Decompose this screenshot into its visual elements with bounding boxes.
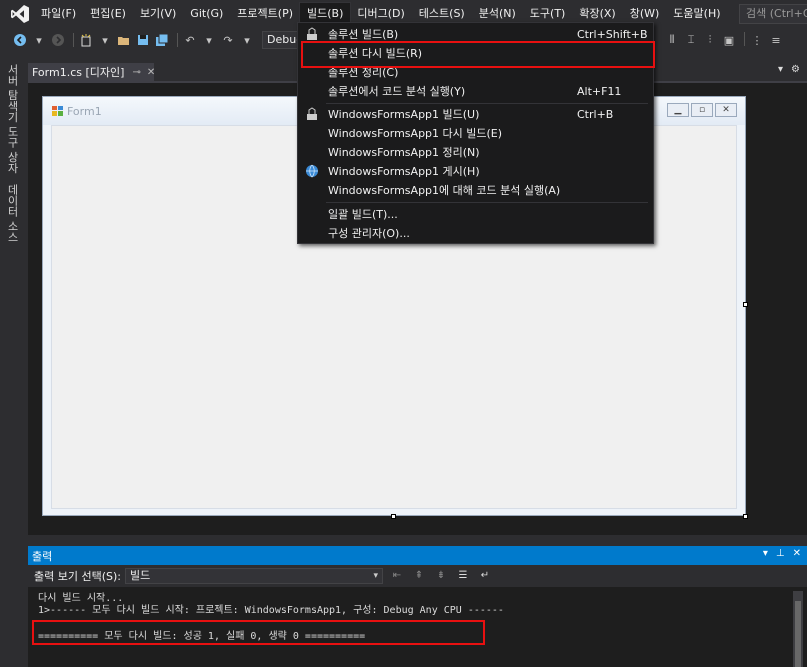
output-text-area[interactable]: 다시 빌드 시작... 1>------ 모두 다시 빌드 시작: 프로젝트: … bbox=[28, 587, 807, 667]
window-position-dropdown-icon[interactable]: ▾ bbox=[763, 548, 768, 559]
build-result-highlight-box bbox=[32, 620, 485, 645]
undo-icon[interactable]: ↶ bbox=[182, 32, 198, 48]
menu-item-configuration-manager[interactable]: 구성 관리자(O)... bbox=[298, 224, 653, 243]
toggle-word-wrap-icon[interactable]: ↵ bbox=[477, 568, 493, 584]
output-panel-title: 출력 bbox=[32, 549, 53, 563]
dropdown-arrow-icon[interactable]: ▾ bbox=[239, 32, 255, 48]
menu-separator bbox=[326, 103, 648, 104]
forward-icon[interactable] bbox=[50, 32, 66, 48]
form-app-icon bbox=[52, 106, 63, 116]
build-icon bbox=[307, 27, 317, 40]
menu-edit[interactable]: 편집(E) bbox=[83, 3, 133, 25]
tab-list-dropdown-icon[interactable]: ▾ bbox=[778, 64, 783, 75]
visual-studio-logo-icon[interactable] bbox=[6, 0, 34, 28]
menu-file[interactable]: 파일(F) bbox=[34, 3, 83, 25]
dropdown-arrow-icon[interactable]: ▾ bbox=[201, 32, 217, 48]
menu-item-rebuild-project[interactable]: WindowsFormsApp1 다시 빌드(E) bbox=[298, 124, 653, 143]
menu-item-clean-project[interactable]: WindowsFormsApp1 정리(N) bbox=[298, 143, 653, 162]
auto-hide-pin-icon[interactable]: ⊥ bbox=[776, 548, 785, 559]
maximize-icon[interactable]: ▫ bbox=[691, 103, 713, 117]
dropdown-arrow-icon[interactable]: ▾ bbox=[31, 32, 47, 48]
form-title: Form1 bbox=[67, 105, 102, 118]
resize-handle-bottom[interactable] bbox=[391, 514, 396, 519]
find-message-icon[interactable]: ⇞ bbox=[411, 568, 427, 584]
back-icon[interactable] bbox=[12, 32, 28, 48]
document-tab-form1-design[interactable]: Form1.cs [디자인] ⊸ ✕ bbox=[28, 63, 155, 81]
size-to-grid-icon[interactable]: ▣ bbox=[721, 32, 737, 48]
open-folder-icon[interactable] bbox=[116, 32, 132, 48]
menu-help[interactable]: 도움말(H) bbox=[666, 3, 727, 25]
output-line: 1>------ 모두 다시 빌드 시작: 프로젝트: WindowsForms… bbox=[38, 605, 504, 616]
menu-item-build-project[interactable]: WindowsFormsApp1 빌드(U) Ctrl+B bbox=[298, 105, 653, 124]
close-icon[interactable]: ✕ bbox=[715, 103, 737, 117]
form-caption-buttons: ▁ ▫ ✕ bbox=[667, 103, 737, 117]
pin-icon[interactable]: ⊸ bbox=[132, 67, 140, 78]
new-project-icon[interactable] bbox=[78, 32, 94, 48]
align-icon[interactable]: ⫴ bbox=[664, 32, 680, 48]
side-tab-toolbox[interactable]: 도구 상자 bbox=[4, 126, 20, 174]
close-icon[interactable]: ✕ bbox=[793, 548, 801, 559]
output-panel-header: 출력 ▾ ⊥ ✕ bbox=[28, 546, 807, 565]
menu-project[interactable]: 프로젝트(P) bbox=[230, 3, 300, 25]
go-to-previous-message-icon[interactable]: ⇤ bbox=[389, 568, 405, 584]
side-tab-server-explorer[interactable]: 서버 탐색기 bbox=[4, 64, 20, 123]
globe-icon bbox=[306, 164, 318, 178]
build-icon bbox=[307, 107, 317, 120]
menu-git[interactable]: Git(G) bbox=[183, 3, 230, 25]
build-menu-dropdown: 솔루션 빌드(B) Ctrl+Shift+B 솔루션 다시 빌드(R) 솔루션 … bbox=[297, 22, 655, 244]
resize-handle-right[interactable] bbox=[743, 302, 748, 307]
align-center-icon[interactable]: ⌶ bbox=[683, 32, 699, 48]
resize-handle-bottom-right[interactable] bbox=[743, 514, 748, 519]
toolbar-separator bbox=[744, 32, 745, 46]
menu-item-run-code-analysis-project[interactable]: WindowsFormsApp1에 대해 코드 분석 실행(A) bbox=[298, 181, 653, 200]
menu-separator bbox=[326, 202, 648, 203]
menu-view[interactable]: 보기(V) bbox=[133, 3, 183, 25]
save-all-icon[interactable] bbox=[154, 32, 170, 48]
menu-item-run-code-analysis-solution[interactable]: 솔루션에서 코드 분석 실행(Y) Alt+F11 bbox=[298, 82, 653, 101]
side-tab-data-sources[interactable]: 데이터 소스 bbox=[4, 184, 20, 243]
vertical-spacing-icon[interactable]: ≡ bbox=[768, 32, 784, 48]
toolbar-separator bbox=[177, 33, 178, 47]
go-to-next-message-icon[interactable]: ⇟ bbox=[433, 568, 449, 584]
output-panel-header-controls: ▾ ⊥ ✕ bbox=[763, 548, 801, 559]
dropdown-arrow-icon[interactable]: ▾ bbox=[97, 32, 113, 48]
tab-strip-controls: ▾ ⚙ bbox=[778, 64, 800, 75]
menu-item-batch-build[interactable]: 일괄 빌드(T)... bbox=[298, 205, 653, 224]
menu-item-publish-project[interactable]: WindowsFormsApp1 게시(H) bbox=[298, 162, 653, 181]
toolbar-separator bbox=[73, 33, 74, 47]
clear-all-icon[interactable]: ☰ bbox=[455, 568, 471, 584]
save-icon[interactable] bbox=[135, 32, 151, 48]
output-toolbar: 출력 보기 선택(S): 빌드 ⇤ ⇞ ⇟ ☰ ↵ bbox=[28, 565, 807, 587]
layout-toolbar: ⫴ ⌶ ⫶ ▣ ⋮ ≡ bbox=[664, 32, 787, 48]
redo-icon[interactable]: ↷ bbox=[220, 32, 236, 48]
horizontal-spacing-icon[interactable]: ⋮ bbox=[749, 32, 765, 48]
close-icon[interactable]: ✕ bbox=[147, 67, 155, 78]
search-input[interactable]: 검색 (Ctrl+Q) bbox=[739, 4, 807, 24]
rebuild-solution-highlight-box bbox=[301, 41, 655, 68]
align-middle-icon[interactable]: ⫶ bbox=[702, 32, 718, 48]
side-tab-strip: 서버 탐색기 도구 상자 데이터 소스 bbox=[0, 56, 24, 667]
document-tab-label: Form1.cs [디자인] bbox=[32, 66, 125, 79]
output-scrollbar-thumb[interactable] bbox=[795, 601, 801, 667]
output-source-select[interactable]: 빌드 bbox=[124, 568, 383, 584]
output-source-label: 출력 보기 선택(S): bbox=[34, 570, 121, 583]
output-scrollbar[interactable] bbox=[793, 591, 803, 667]
minimize-icon[interactable]: ▁ bbox=[667, 103, 689, 117]
settings-gear-icon[interactable]: ⚙ bbox=[791, 64, 800, 75]
